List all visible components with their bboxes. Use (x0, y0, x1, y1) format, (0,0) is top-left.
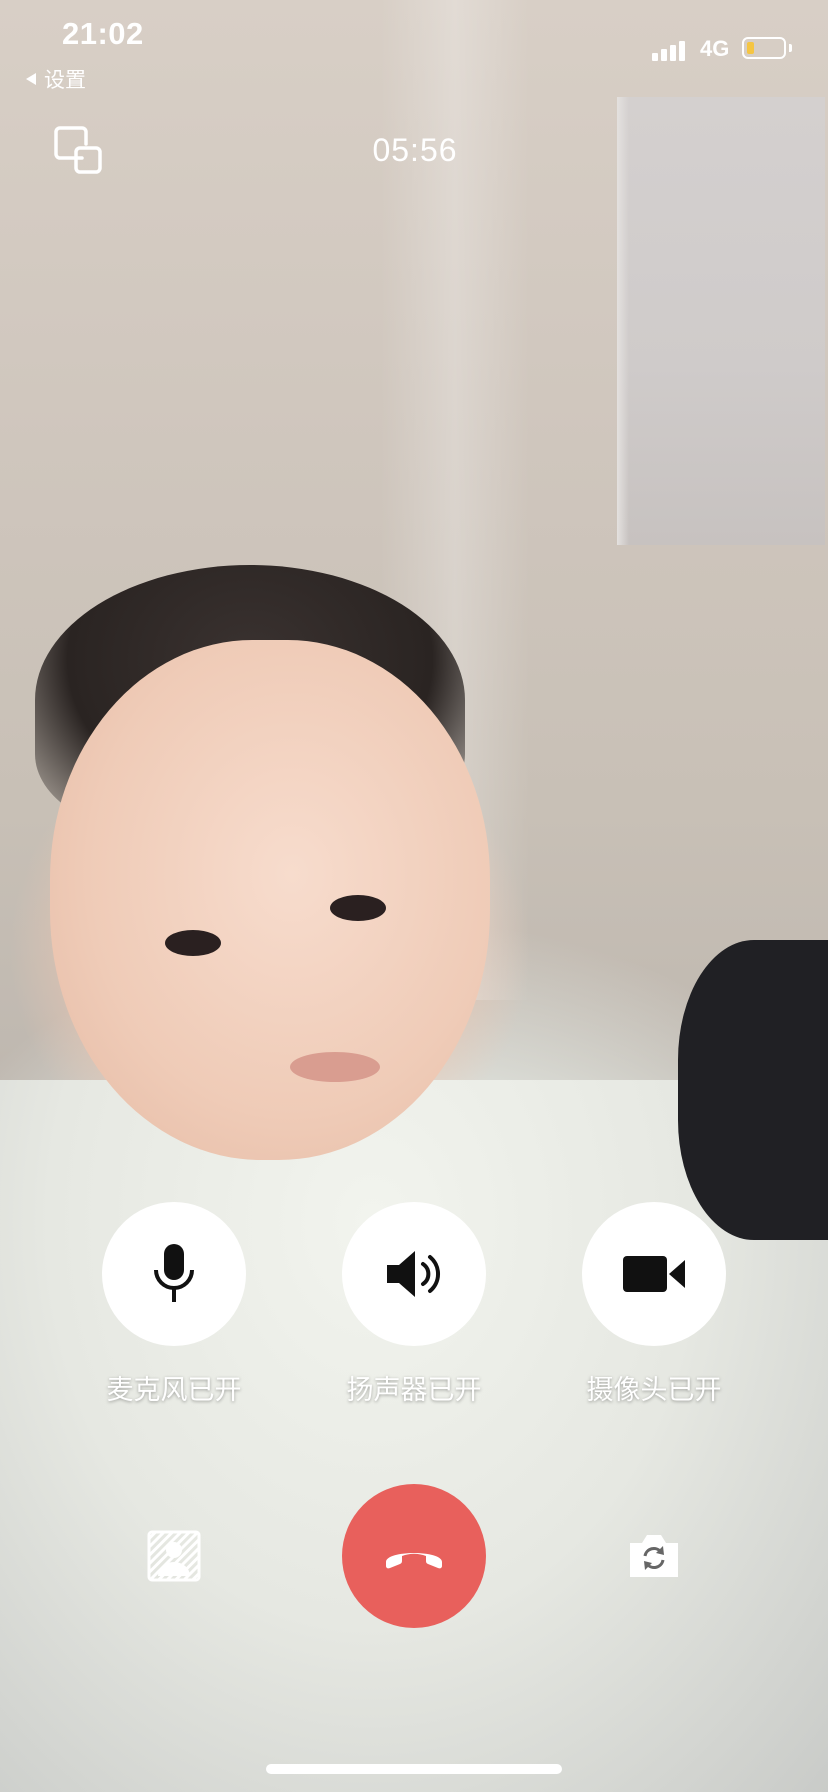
self-view-edge (617, 97, 629, 545)
speaker-icon (387, 1251, 441, 1297)
switch-camera-button[interactable] (626, 1529, 682, 1581)
network-type: 4G (700, 36, 730, 61)
background-blur-button[interactable] (147, 1530, 201, 1582)
back-to-settings-link[interactable]: 设置 (24, 64, 86, 94)
back-link-label: 设置 (44, 69, 86, 92)
baby-mouth (290, 1052, 380, 1082)
baby-eye-left (165, 930, 221, 956)
baby-eye-right (330, 895, 386, 921)
camera-label: 摄像头已开 (586, 1375, 722, 1405)
call-duration: 05:56 (372, 132, 458, 168)
battery-icon (742, 37, 786, 59)
status-time: 21:02 (62, 16, 144, 51)
microphone-icon (154, 1244, 194, 1302)
self-video-preview[interactable] (617, 97, 825, 545)
signal-strength-icon (652, 39, 685, 61)
microphone-toggle[interactable]: 麦克风已开 (89, 1202, 259, 1407)
baby-face (50, 640, 490, 1160)
home-indicator[interactable] (266, 1764, 562, 1774)
back-triangle-icon (26, 73, 36, 85)
status-bar: 21:02 4G (0, 0, 828, 61)
picture-in-picture-icon (54, 126, 102, 174)
battery-cap (789, 44, 792, 52)
microphone-label: 麦克风已开 (106, 1375, 242, 1405)
battery-level (747, 42, 754, 54)
dark-object (678, 940, 828, 1240)
bottom-actions (0, 1484, 828, 1634)
hang-up-button[interactable] (342, 1484, 486, 1628)
speaker-button[interactable] (342, 1202, 486, 1346)
video-camera-icon (623, 1256, 685, 1292)
call-controls: 麦克风已开 扬声器已开 摄像头已开 (0, 1202, 828, 1412)
camera-toggle[interactable]: 摄像头已开 (569, 1202, 739, 1407)
microphone-button[interactable] (102, 1202, 246, 1346)
minimize-window-button[interactable] (52, 124, 108, 180)
camera-switch-icon (630, 1535, 678, 1577)
speaker-toggle[interactable]: 扬声器已开 (329, 1202, 499, 1407)
background-blur-icon (147, 1530, 201, 1582)
phone-hangup-icon (386, 1553, 442, 1569)
camera-button[interactable] (582, 1202, 726, 1346)
speaker-label: 扬声器已开 (346, 1375, 482, 1405)
